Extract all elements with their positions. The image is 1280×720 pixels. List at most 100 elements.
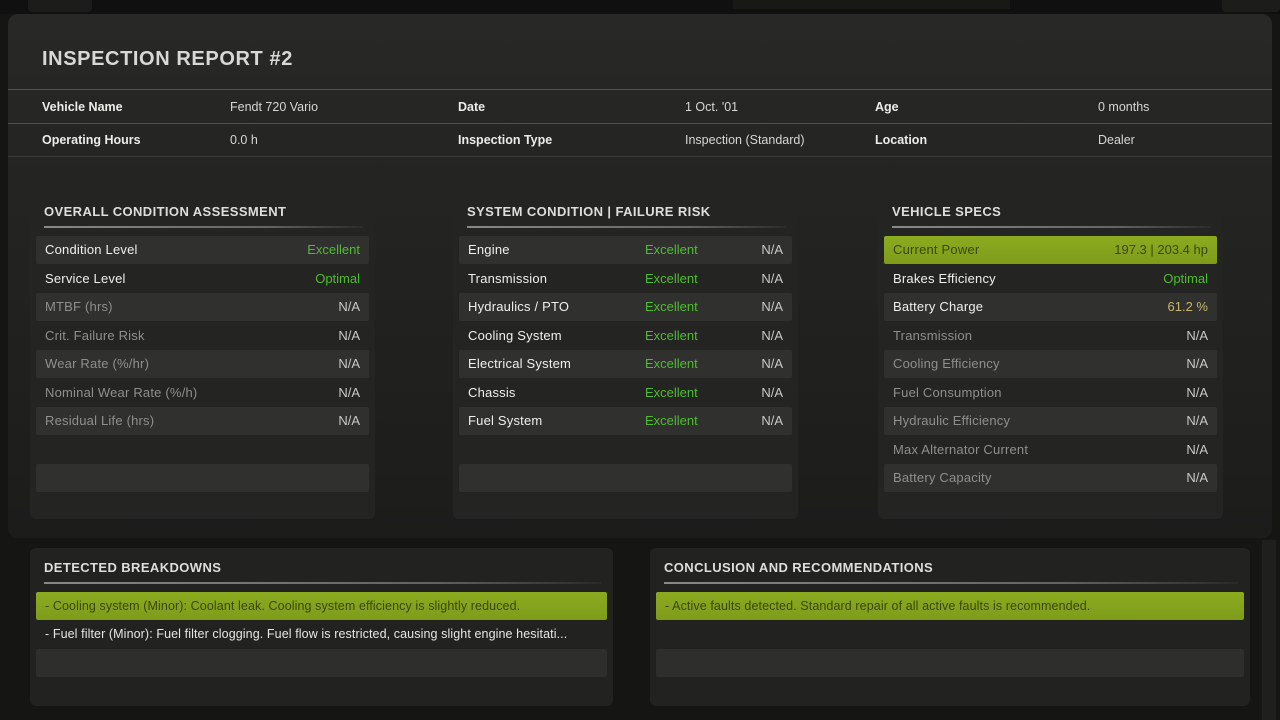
- row-label: Engine: [468, 242, 645, 257]
- row-label: Electrical System: [468, 356, 645, 371]
- table-row[interactable]: Battery Charge 61.2 %: [884, 293, 1217, 322]
- row-value: N/A: [1186, 385, 1208, 400]
- table-row[interactable]: MTBF (hrs) N/A: [36, 293, 369, 322]
- row-label: Max Alternator Current: [893, 442, 1186, 457]
- date-value: 1 Oct. '01: [685, 100, 875, 114]
- section-underline: [44, 582, 601, 584]
- table-row[interactable]: Transmission Excellent N/A: [459, 264, 792, 293]
- empty-row: [884, 492, 1217, 521]
- section-title: SYSTEM CONDITION | FAILURE RISK: [467, 204, 784, 219]
- row-label: Hydraulic Efficiency: [893, 413, 1186, 428]
- table-row[interactable]: Fuel System Excellent N/A: [459, 407, 792, 436]
- section-title: OVERALL CONDITION ASSESSMENT: [44, 204, 361, 219]
- conclusion-list: - Active faults detected. Standard repai…: [650, 592, 1250, 706]
- table-row[interactable]: Transmission N/A: [884, 321, 1217, 350]
- risk-value: N/A: [733, 299, 783, 314]
- risk-value: N/A: [733, 328, 783, 343]
- row-value: N/A: [338, 299, 360, 314]
- empty-row: [656, 677, 1244, 706]
- condition-value: Excellent: [645, 328, 733, 343]
- empty-row: [459, 435, 792, 464]
- row-value: Optimal: [315, 271, 360, 286]
- row-value: N/A: [1186, 328, 1208, 343]
- breakdown-item[interactable]: - Fuel filter (Minor): Fuel filter clogg…: [36, 620, 607, 649]
- background-shape: [28, 0, 92, 12]
- report-header-table: Vehicle Name Fendt 720 Vario Date 1 Oct.…: [8, 89, 1272, 157]
- table-row[interactable]: Chassis Excellent N/A: [459, 378, 792, 407]
- table-row[interactable]: Wear Rate (%/hr) N/A: [36, 350, 369, 379]
- system-condition-section: SYSTEM CONDITION | FAILURE RISK Engine E…: [453, 192, 798, 519]
- row-label: Residual Life (hrs): [45, 413, 338, 428]
- overall-rows: Condition Level Excellent Service Level …: [30, 236, 375, 521]
- location-value: Dealer: [1098, 133, 1272, 147]
- table-row[interactable]: Cooling Efficiency N/A: [884, 350, 1217, 379]
- empty-row: [459, 492, 792, 521]
- table-row[interactable]: Electrical System Excellent N/A: [459, 350, 792, 379]
- section-title: DETECTED BREAKDOWNS: [44, 560, 599, 575]
- condition-value: Excellent: [645, 356, 733, 371]
- conclusion-section: CONCLUSION AND RECOMMENDATIONS - Active …: [650, 548, 1250, 706]
- table-row[interactable]: Battery Capacity N/A: [884, 464, 1217, 493]
- empty-row: [36, 435, 369, 464]
- risk-value: N/A: [733, 356, 783, 371]
- risk-value: N/A: [733, 413, 783, 428]
- operating-hours-label: Operating Hours: [42, 133, 230, 147]
- row-label: MTBF (hrs): [45, 299, 338, 314]
- risk-value: N/A: [733, 385, 783, 400]
- row-label: Nominal Wear Rate (%/h): [45, 385, 338, 400]
- section-underline: [467, 226, 786, 228]
- row-value: N/A: [1186, 470, 1208, 485]
- page-title: INSPECTION REPORT #2: [42, 48, 293, 71]
- condition-value: Excellent: [645, 413, 733, 428]
- row-label: Cooling Efficiency: [893, 356, 1186, 371]
- specs-rows: Current Power 197.3 | 203.4 hp Brakes Ef…: [878, 236, 1223, 521]
- breakdown-item-highlighted[interactable]: - Cooling system (Minor): Coolant leak. …: [36, 592, 607, 621]
- table-row[interactable]: Crit. Failure Risk N/A: [36, 321, 369, 350]
- row-label: Fuel Consumption: [893, 385, 1186, 400]
- table-row[interactable]: Fuel Consumption N/A: [884, 378, 1217, 407]
- row-value: Optimal: [1163, 271, 1208, 286]
- inspection-type-value: Inspection (Standard): [685, 133, 875, 147]
- row-label: Wear Rate (%/hr): [45, 356, 338, 371]
- risk-value: N/A: [733, 242, 783, 257]
- conclusion-item-highlighted[interactable]: - Active faults detected. Standard repai…: [656, 592, 1244, 621]
- risk-value: N/A: [733, 271, 783, 286]
- table-row-highlighted[interactable]: Current Power 197.3 | 203.4 hp: [884, 236, 1217, 265]
- condition-value: Excellent: [645, 299, 733, 314]
- row-value: Excellent: [307, 242, 360, 257]
- background-top-strip: [0, 0, 1280, 14]
- inspection-report-panel: INSPECTION REPORT #2 Vehicle Name Fendt …: [8, 14, 1272, 538]
- row-value: N/A: [338, 413, 360, 428]
- header-row: Operating Hours 0.0 h Inspection Type In…: [8, 123, 1272, 157]
- table-row[interactable]: Brakes Efficiency Optimal: [884, 264, 1217, 293]
- overall-condition-section: OVERALL CONDITION ASSESSMENT Condition L…: [30, 192, 375, 519]
- row-label: Transmission: [468, 271, 645, 286]
- background-shape: [1262, 540, 1276, 720]
- table-row[interactable]: Engine Excellent N/A: [459, 236, 792, 265]
- row-label: Transmission: [893, 328, 1186, 343]
- table-row[interactable]: Max Alternator Current N/A: [884, 435, 1217, 464]
- table-row[interactable]: Hydraulic Efficiency N/A: [884, 407, 1217, 436]
- system-rows: Engine Excellent N/A Transmission Excell…: [453, 236, 798, 521]
- row-value: N/A: [338, 356, 360, 371]
- table-row[interactable]: Residual Life (hrs) N/A: [36, 407, 369, 436]
- row-label: Battery Charge: [893, 299, 1168, 314]
- row-value: N/A: [338, 328, 360, 343]
- section-title: VEHICLE SPECS: [892, 204, 1209, 219]
- table-row[interactable]: Nominal Wear Rate (%/h) N/A: [36, 378, 369, 407]
- operating-hours-value: 0.0 h: [230, 133, 458, 147]
- table-row[interactable]: Service Level Optimal: [36, 264, 369, 293]
- vehicle-specs-section: VEHICLE SPECS Current Power 197.3 | 203.…: [878, 192, 1223, 519]
- breakdowns-list: - Cooling system (Minor): Coolant leak. …: [30, 592, 613, 706]
- empty-row: [36, 649, 607, 678]
- empty-row: [36, 492, 369, 521]
- table-row[interactable]: Hydraulics / PTO Excellent N/A: [459, 293, 792, 322]
- table-row[interactable]: Condition Level Excellent: [36, 236, 369, 265]
- table-row[interactable]: Cooling System Excellent N/A: [459, 321, 792, 350]
- empty-row: [36, 677, 607, 706]
- age-label: Age: [875, 100, 1098, 114]
- row-value: 197.3 | 203.4 hp: [1114, 242, 1208, 257]
- row-label: Service Level: [45, 271, 315, 286]
- empty-row: [656, 649, 1244, 678]
- row-value: N/A: [1186, 356, 1208, 371]
